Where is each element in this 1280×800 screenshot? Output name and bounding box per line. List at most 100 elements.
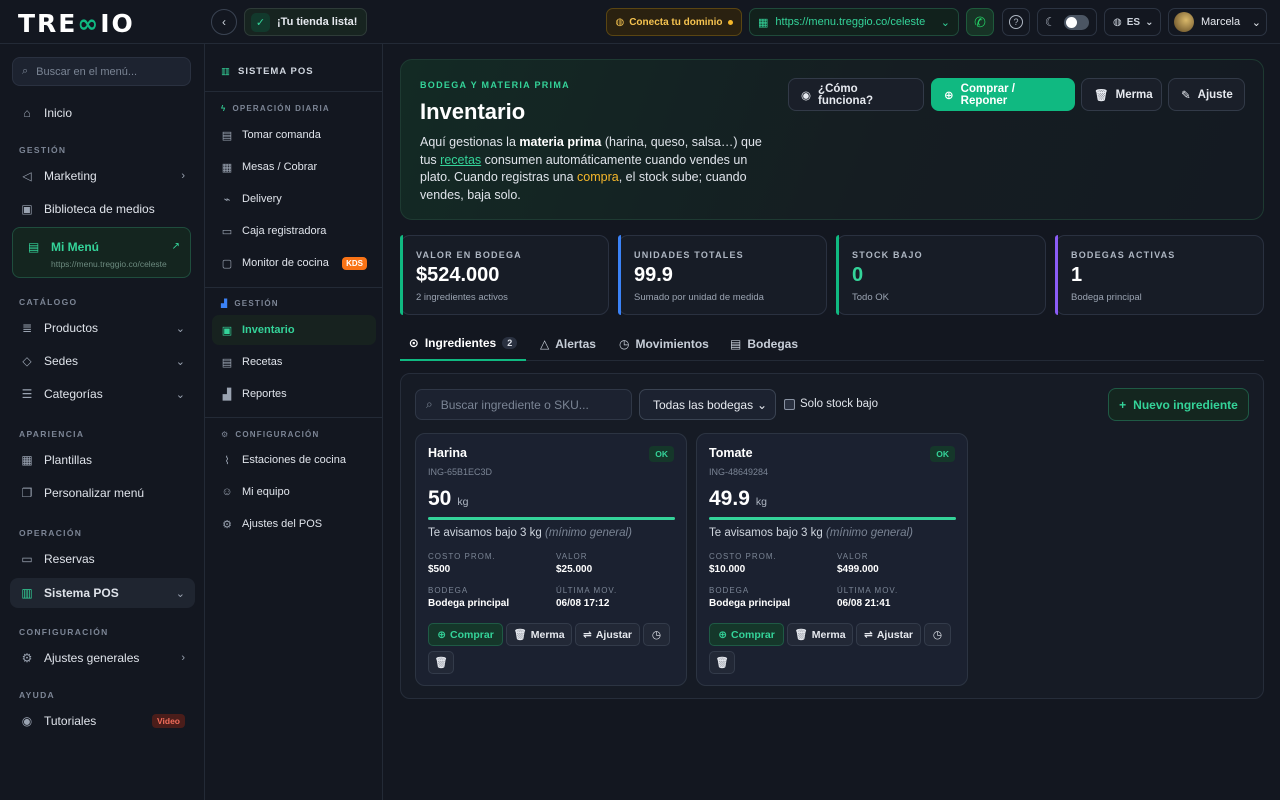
kv-label: BODEGA — [428, 586, 469, 595]
status-badge: OK — [649, 446, 674, 462]
mi-menu-card[interactable]: ▤ Mi Menú https://menu.treggio.co/celest… — [12, 227, 191, 278]
tag-icon: ◇ — [22, 354, 32, 368]
stat-label: STOCK BAJO — [852, 250, 923, 260]
pos-item-comanda[interactable]: ▤ Tomar comanda — [212, 120, 376, 150]
tab-label: Ingredientes — [424, 335, 497, 350]
inventory-hero: BODEGA Y MATERIA PRIMA Inventario Aquí g… — [400, 59, 1264, 220]
brand-logo[interactable]: TRE∞IO — [18, 9, 135, 38]
sidebar-item-inicio[interactable]: ⌂ Inicio — [10, 98, 195, 128]
sidebar-item-ajustes[interactable]: ⚙ Ajustes generales › — [10, 643, 195, 673]
pos-item-label: Monitor de cocina — [242, 257, 329, 269]
sidebar-item-categorias[interactable]: ☰ Categorías ⌄ — [10, 379, 195, 409]
pos-item-label: Mi equipo — [242, 486, 290, 498]
pos-item-inventario[interactable]: ▣ Inventario — [212, 315, 376, 345]
menu-url-dropdown[interactable]: ▦ https://menu.treggio.co/celeste ⌄ — [749, 8, 959, 36]
pos-item-recetas[interactable]: ▤ Recetas — [212, 347, 376, 377]
register-icon: ▭ — [221, 225, 233, 238]
section-label: CONFIGURACIÓN — [235, 430, 320, 439]
buy-button[interactable]: ⊕ Comprar — [709, 623, 784, 646]
waste-button[interactable]: 🗑︎ Merma — [1081, 78, 1162, 111]
box-icon: ▣ — [221, 324, 233, 337]
help-icon: ? — [1009, 15, 1023, 29]
tab-ingredientes[interactable]: ⊙ Ingredientes 2 — [400, 326, 526, 361]
external-link-icon[interactable]: ↗ — [172, 241, 180, 252]
ingredient-sku: ING-65B1EC3D — [428, 467, 493, 477]
warehouse-select[interactable]: Todas las bodegas ⌄ — [639, 389, 776, 420]
clipboard-icon: ▤ — [221, 129, 233, 142]
delete-button[interactable]: 🗑︎ — [709, 651, 735, 674]
button-label: Ajustar — [595, 628, 632, 641]
theme-switch[interactable] — [1063, 14, 1089, 30]
theme-toggle[interactable]: ☾ — [1037, 8, 1097, 36]
sidebar-item-sistema-pos[interactable]: ▥ Sistema POS ⌄ — [10, 578, 195, 608]
pos-item-delivery[interactable]: ⌁ Delivery — [212, 184, 376, 214]
kv-label: COSTO PROM. — [428, 552, 496, 561]
chevron-down-icon: ⌄ — [175, 388, 185, 401]
kv-label: ÚLTIMA MOV. — [837, 586, 899, 595]
adjust-button[interactable]: ✎ Ajuste — [1168, 78, 1245, 111]
sidebar-item-productos[interactable]: ≣ Productos ⌄ — [10, 313, 195, 343]
low-stock-checkbox[interactable] — [784, 398, 795, 410]
trash-icon: 🗑︎ — [513, 629, 527, 641]
alert-icon: △ — [540, 336, 550, 351]
sidebar-item-plantillas[interactable]: ▦ Plantillas — [10, 445, 195, 475]
plus-icon: + — [1119, 397, 1127, 412]
qr-icon: ▦ — [758, 16, 769, 29]
pos-item-ajustes[interactable]: ⚙ Ajustes del POS — [212, 509, 376, 539]
connect-domain-button[interactable]: ◍ Conecta tu dominio — [606, 8, 742, 36]
buy-button[interactable]: ⊕ Comprar — [428, 623, 503, 646]
ingredient-search-input[interactable]: ⌕ Buscar ingrediente o SKU... — [415, 389, 632, 420]
buy-restock-button[interactable]: ⊕ Comprar / Reponer — [931, 78, 1075, 111]
sidebar-item-media[interactable]: ▣ Biblioteca de medios — [10, 194, 195, 224]
tab-alertas[interactable]: △ Alertas — [540, 326, 596, 361]
avatar — [1174, 12, 1194, 32]
menu-search-input[interactable]: ⌕ Buscar en el menú... — [12, 57, 191, 86]
waste-button[interactable]: 🗑︎ Merma — [787, 623, 853, 646]
language-selector[interactable]: ◍ ES ⌄ — [1104, 8, 1161, 36]
whatsapp-icon: ✆ — [974, 13, 986, 30]
pos-item-reportes[interactable]: ▟ Reportes — [212, 379, 376, 409]
history-button[interactable]: ◷ — [924, 623, 951, 646]
recipes-link[interactable]: recetas — [440, 153, 481, 167]
avg-cost: COSTO PROM. $10.000 — [709, 552, 777, 575]
quantity-unit: kg — [755, 496, 767, 508]
sidebar-item-reservas[interactable]: ▭ Reservas — [10, 544, 195, 574]
clock-icon: ◷ — [932, 628, 943, 641]
sidebar-item-label: Personalizar menú — [44, 486, 145, 500]
collapse-sidebar-button[interactable]: ‹ — [211, 9, 237, 35]
pos-item-caja[interactable]: ▭ Caja registradora — [212, 216, 376, 246]
pos-item-mesas[interactable]: ▦ Mesas / Cobrar — [212, 152, 376, 182]
sidebar-item-label: Reservas — [44, 552, 95, 566]
store-ready-button[interactable]: ✓ ¡Tu tienda lista! — [244, 8, 368, 36]
home-icon: ⌂ — [23, 106, 31, 120]
adjust-button[interactable]: ⇌ Ajustar — [575, 623, 640, 646]
history-button[interactable]: ◷ — [643, 623, 670, 646]
user-menu[interactable]: Marcela ⌄ — [1168, 8, 1267, 36]
section-gestion-pos: ▟ GESTIÓN — [221, 299, 279, 308]
pos-item-monitor[interactable]: ▢ Monitor de cocina KDS — [212, 248, 376, 278]
button-label: Comprar — [450, 628, 494, 641]
whatsapp-button[interactable]: ✆ — [966, 8, 994, 36]
stock-progress-fill — [709, 517, 956, 520]
pos-item-label: Estaciones de cocina — [242, 454, 346, 466]
new-ingredient-button[interactable]: + Nuevo ingrediente — [1108, 388, 1249, 421]
sidebar-item-marketing[interactable]: ◁ Marketing › — [10, 161, 195, 191]
sidebar-item-sedes[interactable]: ◇ Sedes ⌄ — [10, 346, 195, 376]
sidebar-item-label: Ajustes generales — [44, 651, 140, 665]
stat-card-stock-bajo: STOCK BAJO 0 Todo OK — [836, 235, 1046, 315]
pos-item-equipo[interactable]: ☺ Mi equipo — [212, 477, 376, 507]
how-it-works-button[interactable]: ◉ ¿Cómo funciona? — [788, 78, 924, 111]
pos-item-estaciones[interactable]: ⌇ Estaciones de cocina — [212, 445, 376, 475]
sidebar-item-personalizar[interactable]: ❐ Personalizar menú — [10, 478, 195, 508]
sidebar-item-tutoriales[interactable]: ◉ Tutoriales Video — [10, 706, 195, 736]
help-button[interactable]: ? — [1002, 8, 1030, 36]
waste-button[interactable]: 🗑︎ Merma — [506, 623, 572, 646]
adjust-button[interactable]: ⇌ Ajustar — [856, 623, 921, 646]
kv-value: $499.000 — [837, 564, 879, 575]
pos-item-label: Caja registradora — [242, 225, 327, 237]
delete-button[interactable]: 🗑︎ — [428, 651, 454, 674]
low-stock-filter[interactable]: Solo stock bajo — [784, 398, 878, 410]
tab-bodegas[interactable]: ▤ Bodegas — [730, 326, 798, 361]
tab-movimientos[interactable]: ◷ Movimientos — [619, 326, 709, 361]
image-icon: ▣ — [21, 202, 33, 216]
